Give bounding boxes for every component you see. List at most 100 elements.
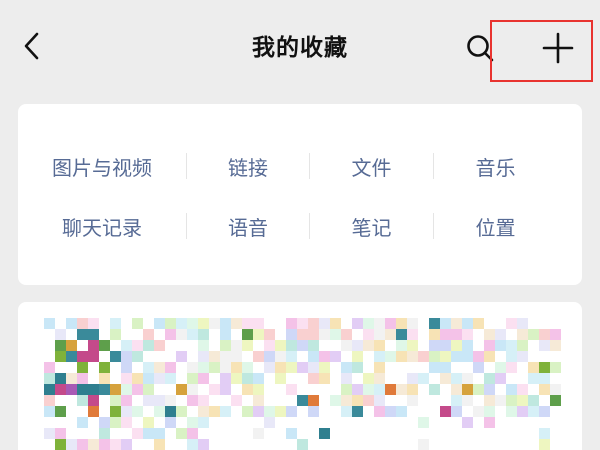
mosaic-pixel [451, 329, 462, 340]
mosaic-pixel [396, 340, 407, 351]
mosaic-pixel [132, 340, 143, 351]
mosaic-pixel [451, 373, 462, 384]
mosaic-pixel [374, 362, 385, 373]
mosaic-pixel [198, 362, 209, 373]
mosaic-pixel [66, 340, 77, 351]
mosaic-pixel [154, 362, 165, 373]
mosaic-pixel [264, 362, 275, 373]
mosaic-pixel [506, 340, 517, 351]
mosaic-pixel [165, 373, 176, 384]
mosaic-pixel [440, 318, 451, 329]
mosaic-pixel [99, 362, 110, 373]
mosaic-pixel [385, 406, 396, 417]
mosaic-pixel [407, 351, 418, 362]
mosaic-pixel [341, 373, 352, 384]
mosaic-pixel [143, 417, 154, 428]
mosaic-pixel [330, 329, 341, 340]
mosaic-pixel [132, 384, 143, 395]
mosaic-pixel [352, 406, 363, 417]
mosaic-pixel [363, 384, 374, 395]
mosaic-pixel [220, 406, 231, 417]
category-music[interactable]: 音乐 [434, 146, 557, 186]
category-voice[interactable]: 语音 [187, 206, 309, 246]
mosaic-pixel [88, 329, 99, 340]
mosaic-pixel [341, 340, 352, 351]
mosaic-pixel [418, 351, 429, 362]
mosaic-pixel [308, 395, 319, 406]
search-button[interactable] [458, 26, 502, 70]
mosaic-pixel [385, 384, 396, 395]
mosaic-pixel [539, 428, 550, 439]
mosaic-pixel [209, 318, 220, 329]
mosaic-pixel [517, 351, 528, 362]
mosaic-pixel [484, 329, 495, 340]
favorite-item-card[interactable] [18, 302, 582, 450]
mosaic-pixel [451, 384, 462, 395]
mosaic-pixel [110, 351, 121, 362]
mosaic-pixel [44, 428, 55, 439]
mosaic-pixel [506, 384, 517, 395]
mosaic-pixel [374, 406, 385, 417]
mosaic-pixel [88, 395, 99, 406]
category-notes[interactable]: 笔记 [310, 206, 433, 246]
mosaic-pixel [198, 318, 209, 329]
mosaic-pixel [396, 351, 407, 362]
mosaic-pixel [143, 329, 154, 340]
mosaic-pixel [396, 329, 407, 340]
mosaic-pixel [44, 395, 55, 406]
mosaic-pixel [99, 439, 110, 450]
mosaic-pixel [77, 329, 88, 340]
mosaic-pixel [451, 340, 462, 351]
mosaic-pixel [462, 318, 473, 329]
mosaic-pixel [220, 329, 231, 340]
mosaic-pixel [286, 351, 297, 362]
mosaic-pixel [165, 395, 176, 406]
mosaic-pixel [550, 362, 561, 373]
mosaic-pixel [220, 373, 231, 384]
mosaic-pixel [110, 439, 121, 450]
category-links[interactable]: 链接 [187, 146, 309, 186]
mosaic-pixel [44, 406, 55, 417]
mosaic-pixel [154, 340, 165, 351]
mosaic-pixel [550, 384, 561, 395]
mosaic-pixel [264, 329, 275, 340]
mosaic-pixel [385, 329, 396, 340]
mosaic-pixel [319, 329, 330, 340]
mosaic-pixel [154, 373, 165, 384]
mosaic-pixel [429, 340, 440, 351]
mosaic-pixel [550, 395, 561, 406]
mosaic-pixel [528, 362, 539, 373]
mosaic-pixel [352, 340, 363, 351]
mosaic-pixel [506, 406, 517, 417]
mosaic-pixel [88, 318, 99, 329]
mosaic-pixel [286, 384, 297, 395]
mosaic-pixel [374, 340, 385, 351]
mosaic-pixel [242, 340, 253, 351]
mosaic-pixel [231, 351, 242, 362]
mosaic-pixel [495, 373, 506, 384]
mosaic-pixel [374, 395, 385, 406]
mosaic-pixel [176, 318, 187, 329]
mosaic-pixel [363, 395, 374, 406]
mosaic-pixel [539, 406, 550, 417]
mosaic-pixel [407, 340, 418, 351]
mosaic-pixel [55, 428, 66, 439]
category-files[interactable]: 文件 [310, 146, 433, 186]
mosaic-pixel [242, 373, 253, 384]
category-card: 图片与视频 链接 文件 音乐 聊天记录 语音 笔记 位置 [18, 104, 582, 285]
add-favorite-button[interactable] [532, 24, 584, 72]
mosaic-pixel [440, 351, 451, 362]
mosaic-pixel [462, 417, 473, 428]
mosaic-pixel [374, 351, 385, 362]
mosaic-pixel [253, 428, 264, 439]
mosaic-pixel [242, 406, 253, 417]
category-chat-history[interactable]: 聊天记录 [18, 206, 186, 246]
mosaic-pixel [176, 329, 187, 340]
mosaic-pixel [99, 428, 110, 439]
category-images-videos[interactable]: 图片与视频 [18, 146, 186, 186]
mosaic-pixel [121, 384, 132, 395]
category-location[interactable]: 位置 [434, 206, 557, 246]
mosaic-pixel [231, 318, 242, 329]
mosaic-pixel [55, 373, 66, 384]
mosaic-pixel [462, 373, 473, 384]
